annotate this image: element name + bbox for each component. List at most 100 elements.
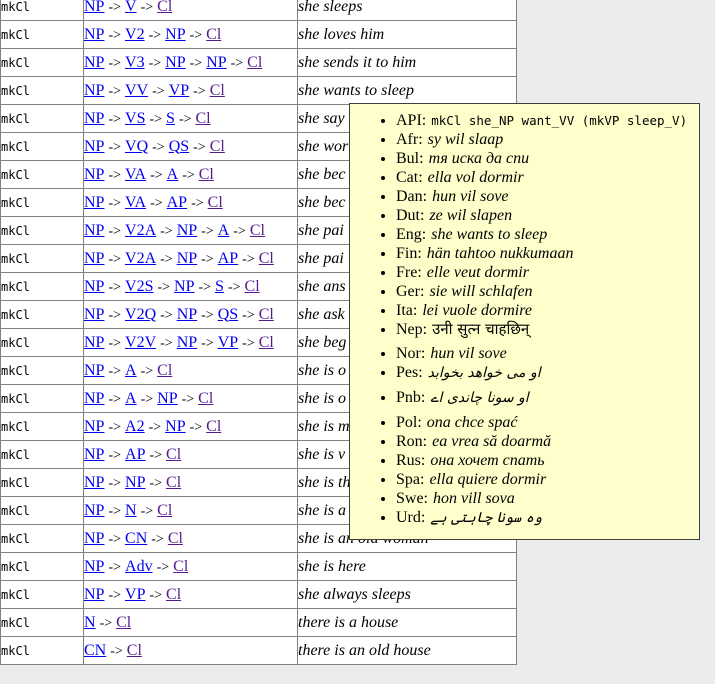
category-link[interactable]: Cl: [157, 362, 172, 379]
category-link[interactable]: NP: [84, 138, 104, 155]
category-link[interactable]: Cl: [259, 250, 274, 267]
category-link[interactable]: Cl: [247, 54, 262, 71]
category-link[interactable]: Cl: [157, 0, 172, 15]
category-link[interactable]: NP: [177, 306, 197, 323]
category-link[interactable]: VS: [125, 110, 145, 127]
category-link[interactable]: A: [125, 390, 137, 407]
arrow-separator: ->: [141, 0, 154, 15]
category-link[interactable]: Cl: [259, 334, 274, 351]
category-link[interactable]: V2V: [125, 334, 156, 351]
category-link[interactable]: VP: [218, 334, 238, 351]
category-link[interactable]: NP: [84, 222, 104, 239]
category-link[interactable]: S: [166, 110, 175, 127]
category-link[interactable]: NP: [165, 418, 185, 435]
category-link[interactable]: NP: [84, 54, 104, 71]
category-link[interactable]: Cl: [196, 110, 211, 127]
category-link[interactable]: VP: [125, 586, 145, 603]
category-link[interactable]: Cl: [199, 166, 214, 183]
category-link[interactable]: Adv: [125, 558, 153, 575]
category-link[interactable]: NP: [84, 558, 104, 575]
category-link[interactable]: Cl: [198, 390, 213, 407]
category-link[interactable]: NP: [177, 222, 197, 239]
category-link[interactable]: V: [125, 0, 137, 15]
category-link[interactable]: QS: [169, 138, 189, 155]
category-link[interactable]: NP: [165, 26, 185, 43]
category-link[interactable]: NP: [84, 390, 104, 407]
category-link[interactable]: V2: [125, 26, 145, 43]
example-cell: she is here: [298, 553, 517, 581]
category-link[interactable]: NP: [165, 54, 185, 71]
type-signature-cell: NP->VA->A->Cl: [84, 161, 298, 189]
category-link[interactable]: NP: [84, 110, 104, 127]
category-link[interactable]: VP: [169, 82, 189, 99]
category-link[interactable]: A: [167, 166, 179, 183]
category-link[interactable]: Cl: [208, 194, 223, 211]
category-link[interactable]: NP: [84, 474, 104, 491]
category-link[interactable]: NP: [125, 474, 145, 491]
category-link[interactable]: NP: [84, 530, 104, 547]
translation-text: ella quiere dormir: [429, 471, 546, 488]
category-link[interactable]: CN: [84, 642, 106, 659]
category-link[interactable]: NP: [84, 362, 104, 379]
category-link[interactable]: A: [218, 222, 230, 239]
category-link[interactable]: N: [84, 614, 96, 631]
translation-item: Eng:she wants to sleep: [396, 225, 695, 244]
category-link[interactable]: V2A: [125, 222, 156, 239]
category-link[interactable]: VA: [125, 194, 146, 211]
example-cell: she always sleeps: [298, 581, 517, 609]
category-link[interactable]: Cl: [157, 502, 172, 519]
category-link[interactable]: NP: [84, 166, 104, 183]
category-link[interactable]: VQ: [125, 138, 148, 155]
category-link[interactable]: NP: [157, 390, 177, 407]
category-link[interactable]: Cl: [206, 418, 221, 435]
category-link[interactable]: Cl: [166, 446, 181, 463]
category-link[interactable]: NP: [177, 250, 197, 267]
language-label: Urd:: [396, 509, 425, 526]
category-link[interactable]: NP: [206, 54, 226, 71]
category-link[interactable]: N: [125, 502, 137, 519]
category-link[interactable]: NP: [84, 0, 104, 15]
category-link[interactable]: NP: [84, 418, 104, 435]
category-link[interactable]: Cl: [173, 558, 188, 575]
category-link[interactable]: NP: [84, 278, 104, 295]
category-link[interactable]: Cl: [245, 278, 260, 295]
category-link[interactable]: AP: [167, 194, 187, 211]
category-link[interactable]: Cl: [166, 586, 181, 603]
category-link[interactable]: Cl: [116, 614, 131, 631]
category-link[interactable]: NP: [84, 82, 104, 99]
category-link[interactable]: NP: [177, 334, 197, 351]
category-link[interactable]: NP: [84, 446, 104, 463]
translation-text: she wants to sleep: [431, 226, 547, 243]
category-link[interactable]: VV: [125, 82, 148, 99]
category-link[interactable]: Cl: [259, 306, 274, 323]
category-link[interactable]: Cl: [127, 642, 142, 659]
category-link[interactable]: V2S: [125, 278, 153, 295]
category-link[interactable]: NP: [174, 278, 194, 295]
category-link[interactable]: VA: [125, 166, 146, 183]
category-link[interactable]: NP: [84, 26, 104, 43]
category-link[interactable]: V3: [125, 54, 145, 71]
category-link[interactable]: Cl: [210, 138, 225, 155]
category-link[interactable]: NP: [84, 334, 104, 351]
category-link[interactable]: NP: [84, 586, 104, 603]
category-link[interactable]: NP: [84, 194, 104, 211]
category-link[interactable]: CN: [125, 530, 147, 547]
category-link[interactable]: A2: [125, 418, 145, 435]
category-link[interactable]: AP: [218, 250, 238, 267]
category-link[interactable]: NP: [84, 502, 104, 519]
category-link[interactable]: S: [215, 278, 224, 295]
category-link[interactable]: V2Q: [125, 306, 156, 323]
category-link[interactable]: A: [125, 362, 137, 379]
translation-item: Urd:وہ سونا چاہتی ہے: [396, 508, 695, 528]
category-link[interactable]: NP: [84, 306, 104, 323]
category-link[interactable]: NP: [84, 250, 104, 267]
arrow-separator: ->: [228, 280, 241, 295]
category-link[interactable]: Cl: [206, 26, 221, 43]
category-link[interactable]: V2A: [125, 250, 156, 267]
category-link[interactable]: AP: [125, 446, 145, 463]
category-link[interactable]: Cl: [166, 474, 181, 491]
category-link[interactable]: Cl: [210, 82, 225, 99]
category-link[interactable]: QS: [218, 306, 238, 323]
category-link[interactable]: Cl: [168, 530, 183, 547]
category-link[interactable]: Cl: [250, 222, 265, 239]
